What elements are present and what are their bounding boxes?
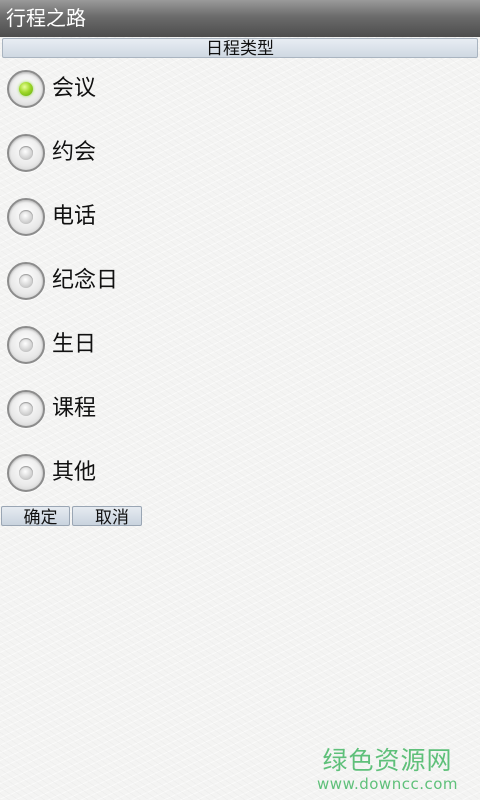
radio-indicator <box>19 466 33 480</box>
radio-button[interactable] <box>7 134 45 172</box>
radio-indicator <box>19 82 33 96</box>
radio-indicator <box>19 146 33 160</box>
radio-button[interactable] <box>7 70 45 108</box>
section-header: 日程类型 <box>2 38 478 58</box>
radio-button[interactable] <box>7 262 45 300</box>
option-label: 约会 <box>52 140 97 165</box>
option-label: 纪念日 <box>52 268 119 293</box>
radio-button[interactable] <box>7 454 45 492</box>
option-course[interactable]: 课程 <box>0 378 480 442</box>
watermark: 绿色资源网 www.downcc.com <box>317 746 458 792</box>
radio-indicator <box>19 210 33 224</box>
option-label: 其他 <box>52 460 97 485</box>
option-meeting[interactable]: 会议 <box>0 58 480 122</box>
radio-button[interactable] <box>7 326 45 364</box>
radio-indicator <box>19 338 33 352</box>
watermark-url: www.downcc.com <box>317 775 458 793</box>
radio-button[interactable] <box>7 198 45 236</box>
option-label: 生日 <box>52 332 97 357</box>
radio-indicator <box>19 274 33 288</box>
app-title: 行程之路 <box>6 6 86 30</box>
section-title: 日程类型 <box>206 39 274 59</box>
option-other[interactable]: 其他 <box>0 442 480 506</box>
option-label: 电话 <box>52 204 97 229</box>
cancel-button[interactable]: 取消 <box>72 506 142 528</box>
option-label: 会议 <box>52 76 97 101</box>
option-birthday[interactable]: 生日 <box>0 314 480 378</box>
option-anniversary[interactable]: 纪念日 <box>0 250 480 314</box>
watermark-brand: 绿色资源网 <box>322 746 453 775</box>
schedule-type-radio-group: 会议 约会 电话 纪念日 生日 课程 其他 <box>0 58 480 506</box>
option-phone[interactable]: 电话 <box>0 186 480 250</box>
title-bar: 行程之路 <box>0 0 480 37</box>
confirm-button[interactable]: 确定 <box>1 506 70 528</box>
option-appointment[interactable]: 约会 <box>0 122 480 186</box>
radio-indicator <box>19 402 33 416</box>
option-label: 课程 <box>52 396 97 421</box>
radio-button[interactable] <box>7 390 45 428</box>
